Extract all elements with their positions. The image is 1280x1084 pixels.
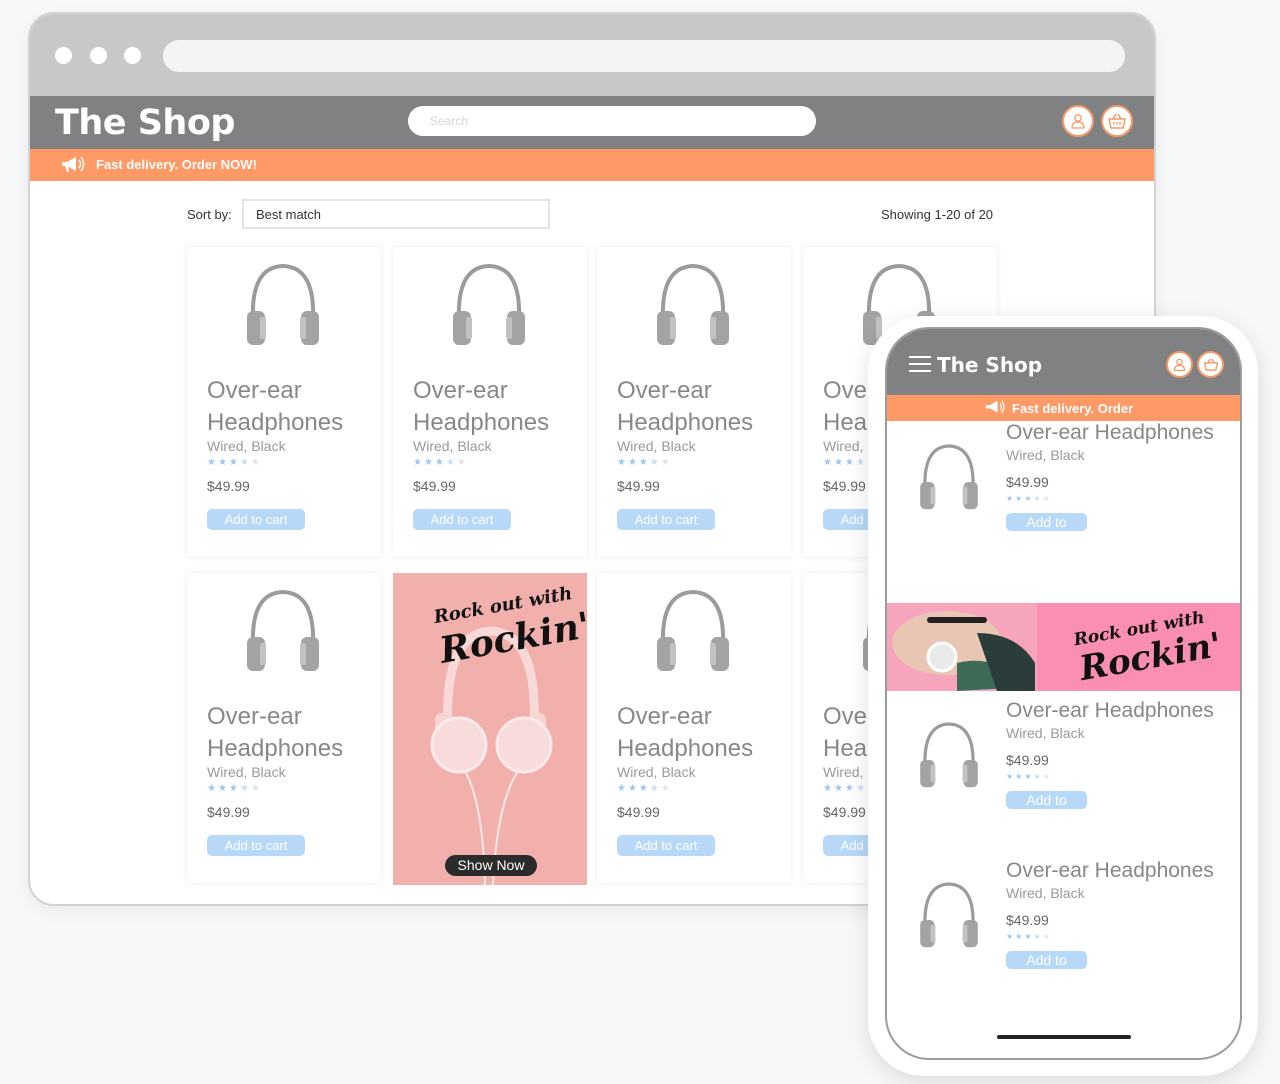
star-rating: ★★★★★	[617, 783, 672, 794]
product-price: $49.99	[207, 804, 250, 820]
product-price: $49.99	[823, 478, 866, 494]
product-name[interactable]: Over-ear Headphones	[207, 375, 377, 439]
megaphone-icon	[984, 398, 1006, 420]
star-rating: ★★★★★	[1006, 772, 1052, 781]
mobile-promo-text: Fast delivery. Order	[1012, 401, 1134, 416]
sort-toolbar: Sort by: Best match Showing 1-20 of 20	[30, 181, 1154, 245]
product-name[interactable]: Over-ear Headphones	[617, 375, 787, 439]
megaphone-icon	[60, 154, 86, 179]
sort-select[interactable]: Best match	[242, 199, 550, 229]
product-variant: Wired, Black	[207, 438, 286, 454]
add-to-cart-button[interactable]: Add to	[1006, 513, 1087, 531]
product-variant: Wired, Black	[617, 764, 696, 780]
headphones-icon	[653, 587, 733, 682]
product-price: $49.99	[617, 478, 660, 494]
add-to-cart-button[interactable]: Add to cart	[617, 509, 715, 530]
headphones-icon	[243, 587, 323, 682]
browser-chrome	[30, 14, 1154, 96]
product-variant: Wired, Black	[1006, 447, 1085, 463]
results-count: Showing 1-20 of 20	[881, 207, 994, 222]
window-close-dot[interactable]	[55, 47, 72, 64]
product-card[interactable]: Over-ear HeadphonesWired, Black ★★★★★ $49.…	[187, 247, 381, 557]
user-icon[interactable]	[1166, 351, 1193, 378]
product-name[interactable]: Over-ear Headphones	[1006, 421, 1214, 445]
product-name[interactable]: Over-ear Headphones	[1006, 859, 1214, 883]
model-with-headphones-image	[887, 603, 1037, 691]
star-rating: ★★★★★	[413, 457, 468, 468]
headphones-icon	[243, 261, 323, 356]
product-price: $49.99	[617, 804, 660, 820]
promo-text: Fast delivery. Order NOW!	[96, 157, 257, 172]
mobile-product-item[interactable]: Over-ear Headphones Wired, Black $49.99 ★★★…	[887, 859, 1240, 1009]
mobile-site-logo[interactable]: The Shop	[937, 353, 1042, 377]
product-price: $49.99	[1006, 474, 1049, 490]
add-to-cart-button[interactable]: Add to	[1006, 951, 1087, 969]
product-name[interactable]: Over-ear Headphones	[413, 375, 583, 439]
sort-label: Sort by:	[187, 207, 232, 222]
add-to-cart-button[interactable]: Add to cart	[617, 835, 715, 856]
user-icon[interactable]	[1062, 105, 1094, 137]
headphones-icon	[917, 441, 981, 520]
product-name[interactable]: Over-ear Headphones	[617, 701, 787, 765]
headphones-icon	[653, 261, 733, 356]
add-to-cart-button[interactable]: Add to cart	[207, 509, 305, 530]
product-card[interactable]: Over-ear HeadphonesWired, Black ★★★★★ $49.…	[597, 573, 791, 883]
product-card[interactable]: Over-ear HeadphonesWired, Black ★★★★★ $49.…	[187, 573, 381, 883]
add-to-cart-button[interactable]: Add to cart	[207, 835, 305, 856]
product-variant: Wired, Black	[1006, 725, 1085, 741]
headphones-icon	[449, 261, 529, 356]
star-rating: ★★★★★	[617, 457, 672, 468]
mobile-header: The Shop	[887, 329, 1240, 395]
search-input[interactable]	[408, 106, 816, 136]
product-price: $49.99	[207, 478, 250, 494]
star-rating: ★★★★★	[1006, 494, 1052, 503]
add-to-cart-button[interactable]: Add to cart	[413, 509, 511, 530]
product-name[interactable]: Over-ear Headphones	[1006, 699, 1214, 723]
product-price: $49.99	[1006, 752, 1049, 768]
window-minimize-dot[interactable]	[90, 47, 107, 64]
product-variant: Wired, Black	[617, 438, 696, 454]
product-card[interactable]: Over-ear HeadphonesWired, Black ★★★★★ $49.…	[393, 247, 587, 557]
add-to-cart-button[interactable]: Add to	[1006, 791, 1087, 809]
star-rating: ★★★★★	[207, 457, 262, 468]
address-bar[interactable]	[163, 40, 1125, 72]
basket-icon[interactable]	[1101, 105, 1133, 137]
product-variant: Wired, Black	[413, 438, 492, 454]
product-name[interactable]: Over-ear Headphones	[207, 701, 377, 765]
window-maximize-dot[interactable]	[124, 47, 141, 64]
headphones-icon	[917, 879, 981, 958]
mobile-promo-ad[interactable]: Rock out with Rockin'	[887, 603, 1240, 691]
mobile-product-item[interactable]: Over-ear Headphones Wired, Black $49.99 ★★★…	[887, 421, 1240, 571]
site-logo[interactable]: The Shop	[55, 103, 235, 143]
basket-icon[interactable]	[1197, 351, 1224, 378]
hamburger-icon[interactable]	[909, 356, 931, 377]
product-price: $49.99	[413, 478, 456, 494]
product-variant: Wired, Black	[1006, 885, 1085, 901]
promo-banner[interactable]: Fast delivery. Order NOW!	[30, 149, 1154, 181]
site-header: The Shop	[30, 96, 1154, 149]
mobile-promo-banner[interactable]: Fast delivery. Order	[887, 395, 1240, 421]
home-indicator[interactable]	[997, 1035, 1131, 1039]
mobile-phone-frame: The Shop Fast delivery. Order Rock out w…	[868, 316, 1258, 1076]
product-price: $49.99	[1006, 912, 1049, 928]
product-price: $49.99	[823, 804, 866, 820]
star-rating: ★★★★★	[1006, 932, 1052, 941]
product-variant: Wired, Black	[207, 764, 286, 780]
mobile-product-item[interactable]: Over-ear Headphones Wired, Black $49.99 ★★★…	[887, 699, 1240, 849]
mobile-screen: The Shop Fast delivery. Order Rock out w…	[885, 327, 1242, 1060]
show-now-button[interactable]: Show Now	[445, 855, 537, 876]
star-rating: ★★★★★	[207, 783, 262, 794]
product-card[interactable]: Over-ear HeadphonesWired, Black ★★★★★ $49.…	[597, 247, 791, 557]
headphones-icon	[917, 719, 981, 798]
promo-ad-card[interactable]: Rock out with Rockin' Show Now	[393, 573, 587, 885]
